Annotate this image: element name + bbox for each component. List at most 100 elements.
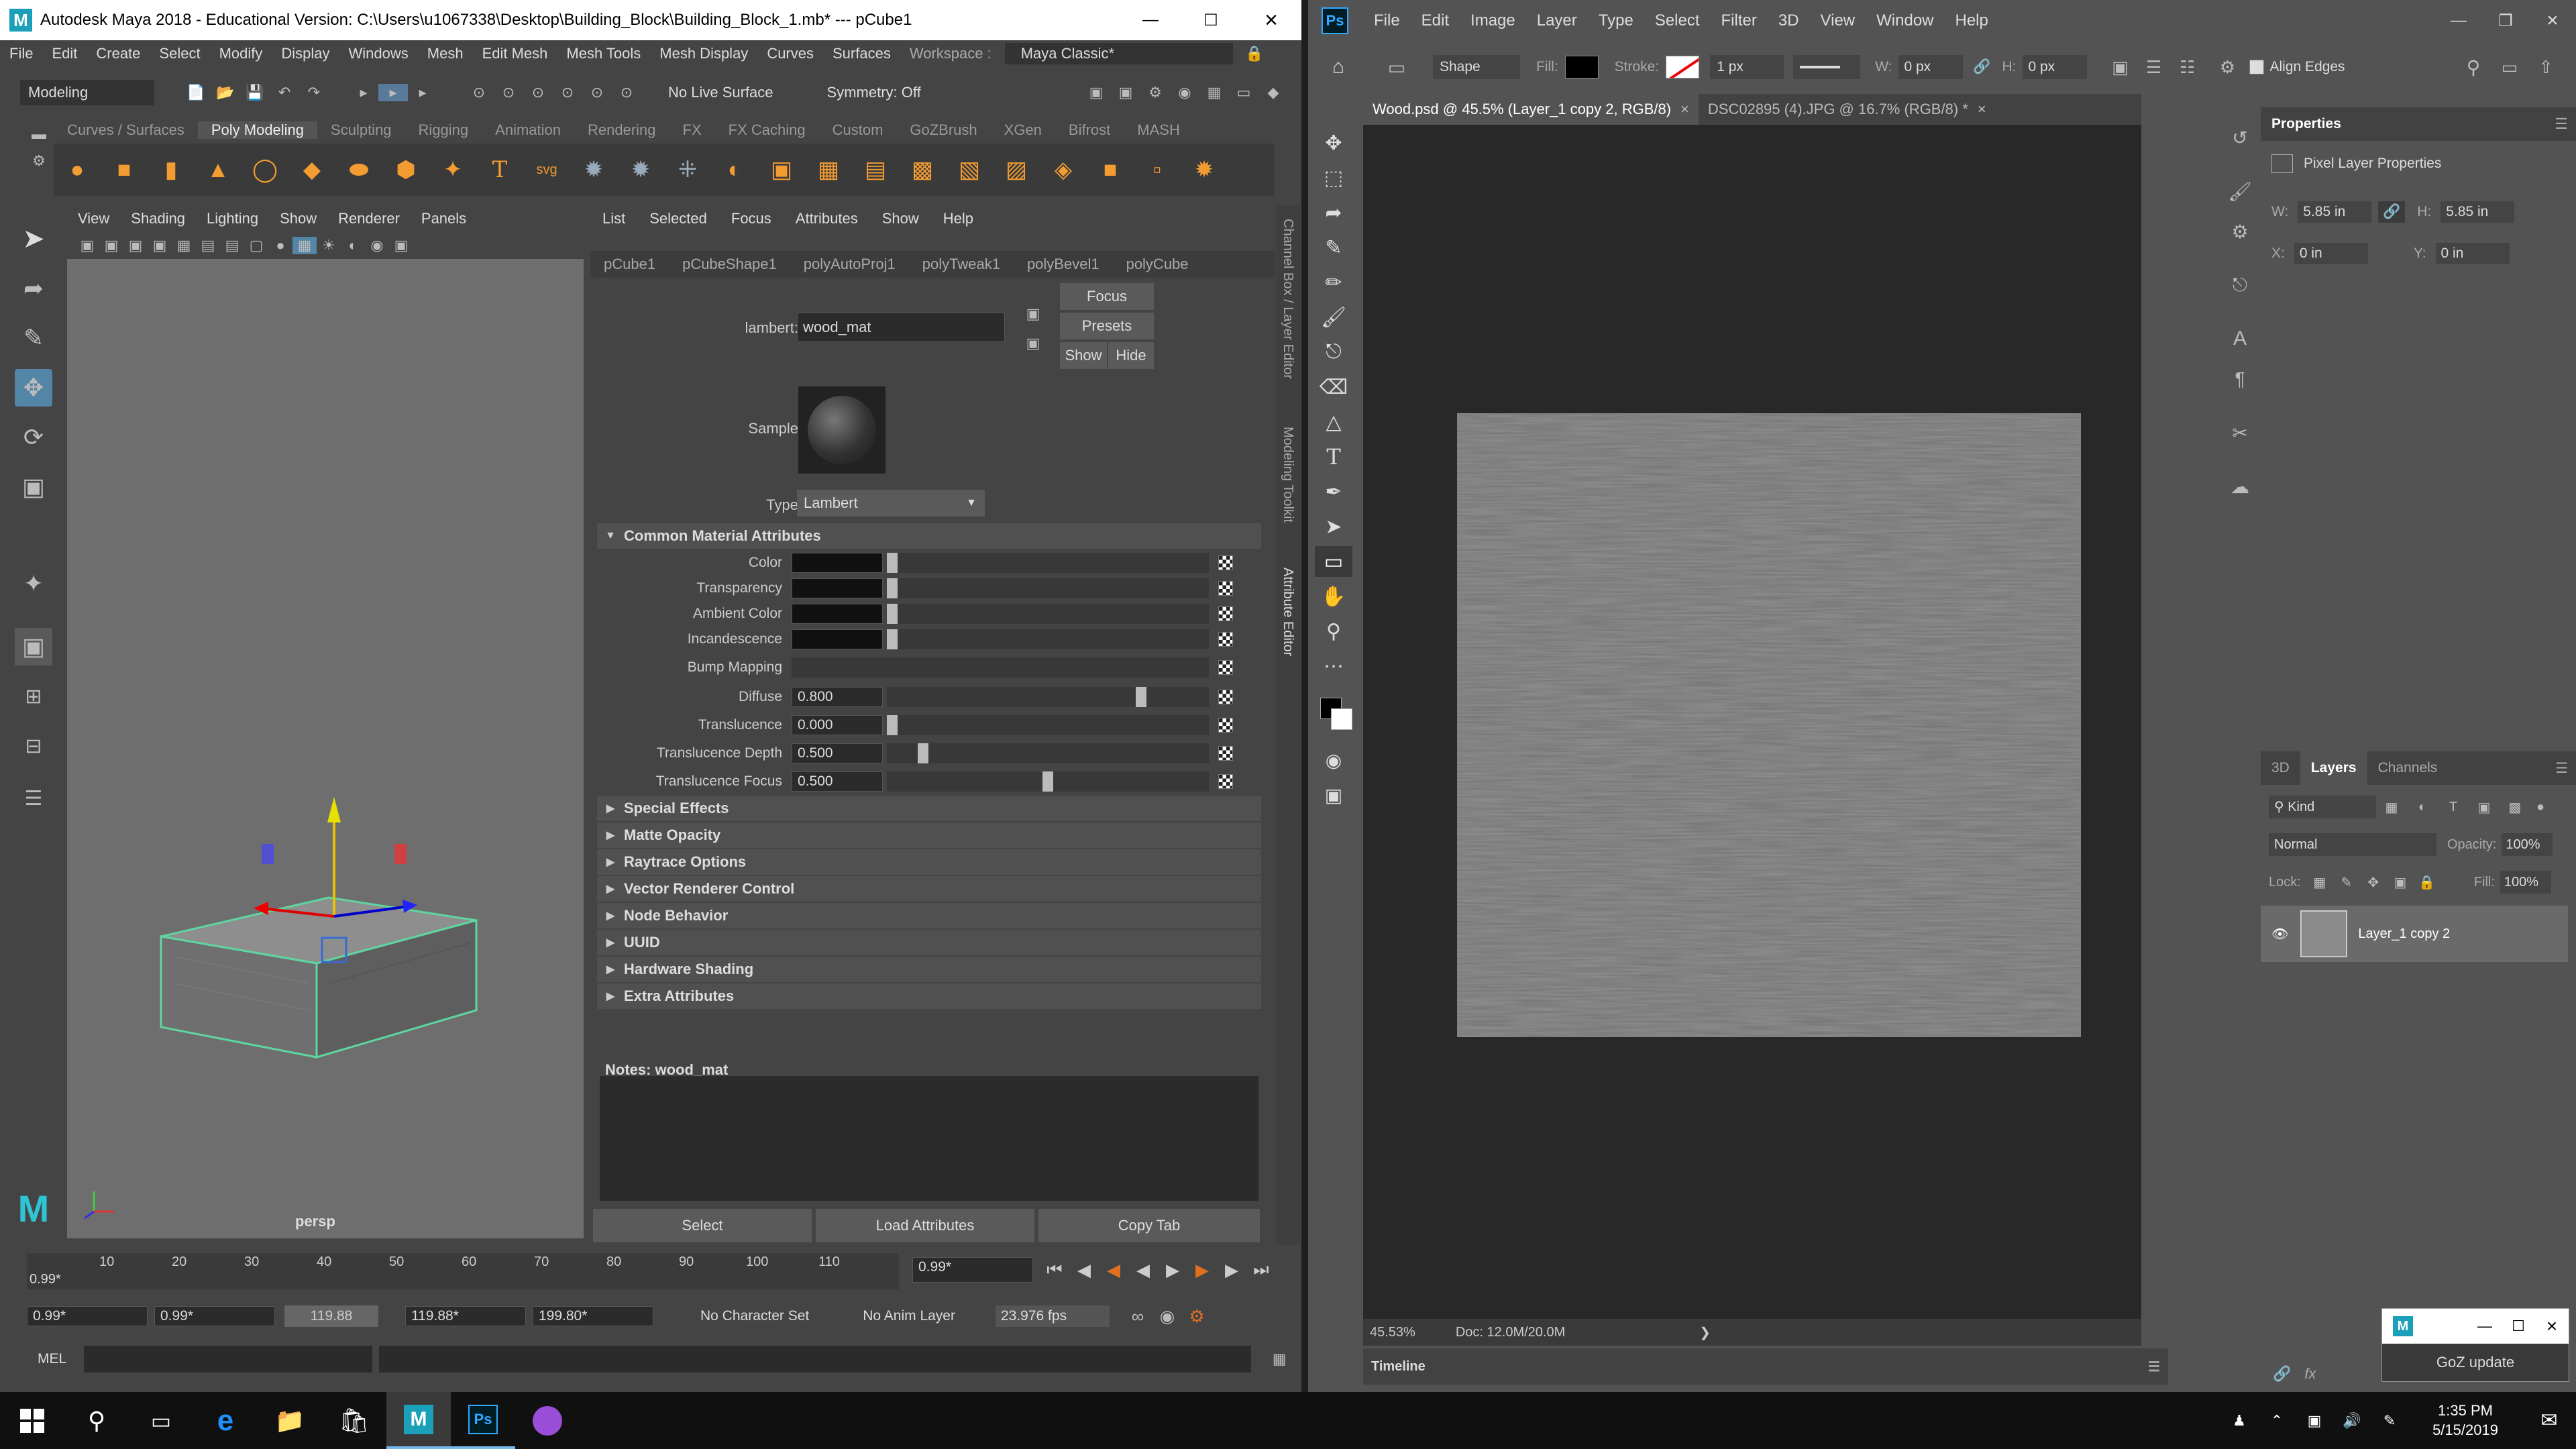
status-arrow-icon[interactable]: ❯ <box>1699 1324 1711 1341</box>
prop-y-field[interactable]: 0 in <box>2435 243 2510 264</box>
svg-icon[interactable]: svg <box>527 150 566 189</box>
ps-menu-3d[interactable]: 3D <box>1768 11 1810 30</box>
two-view-icon[interactable]: ⊟ <box>15 727 52 765</box>
rectangle-tool-icon[interactable]: ▭ <box>1315 546 1352 577</box>
file-explorer-icon[interactable]: 📁 <box>258 1392 322 1449</box>
stroke-width-field[interactable]: 1 px <box>1710 55 1784 79</box>
lock-transparent-icon[interactable]: ▦ <box>2306 874 2333 891</box>
filter-smart-icon[interactable]: ▩ <box>2500 799 2530 816</box>
ps-menu-image[interactable]: Image <box>1460 11 1526 30</box>
paint-select-icon[interactable]: ✎ <box>15 319 52 357</box>
isolate-icon[interactable]: ▣ <box>389 237 413 254</box>
output-connection-icon[interactable]: ▣ <box>1020 330 1046 357</box>
node-tab-polytweak1[interactable]: polyTweak1 <box>909 256 1014 273</box>
ae-menu-focus[interactable]: Focus <box>719 210 784 227</box>
w-field[interactable]: 0 px <box>1898 55 1964 79</box>
film-gate-icon[interactable]: ▤ <box>196 237 220 254</box>
timeline-track[interactable]: 10 20 30 40 50 60 70 80 90 100 110 0.99* <box>27 1253 899 1289</box>
prop-x-field[interactable]: 0 in <box>2294 243 2368 264</box>
auto-key-icon[interactable]: ◉ <box>1152 1306 1182 1327</box>
rotate-tool-icon[interactable]: ⟳ <box>15 419 52 456</box>
render-view-icon[interactable]: ▦ <box>1199 84 1229 101</box>
menu-display[interactable]: Display <box>272 45 339 62</box>
save-scene-icon[interactable]: 💾 <box>240 84 270 101</box>
path-arrangement-icon[interactable]: ☷ <box>2170 57 2204 78</box>
shelf-tab-mash[interactable]: MASH <box>1124 121 1193 139</box>
select-tool-icon[interactable]: ➤ <box>15 220 52 258</box>
ae-menu-help[interactable]: Help <box>931 210 985 227</box>
play-forward-icon[interactable]: ▶ <box>1158 1260 1187 1281</box>
edge-browser-icon[interactable]: e <box>193 1392 258 1449</box>
platonic-solid-icon[interactable]: ⬢ <box>386 150 425 189</box>
shelf-tab-xgen[interactable]: XGen <box>991 121 1055 139</box>
background-color-swatch[interactable] <box>1331 708 1352 730</box>
anim-layer-dropdown[interactable]: No Anim Layer <box>863 1308 955 1324</box>
show-manipulator-icon[interactable]: ✦ <box>15 565 52 602</box>
extrude-icon[interactable]: ▣ <box>762 150 801 189</box>
panel-toggle-icon[interactable]: ▭ <box>1229 84 1258 101</box>
character-set-dropdown[interactable]: No Character Set <box>700 1308 809 1324</box>
boolean-icon[interactable]: ◐ <box>715 150 754 189</box>
panel-menu-icon[interactable]: ☰ <box>2555 760 2568 777</box>
step-back-icon[interactable]: ◀ <box>1069 1260 1099 1281</box>
marquee-tool-icon[interactable]: ⬚ <box>1315 162 1352 193</box>
quick-select-icon[interactable]: ✎ <box>1315 232 1352 263</box>
filter-type-icon[interactable]: T <box>2438 800 2469 815</box>
snap-curve-icon[interactable]: ⊙ <box>494 84 523 101</box>
poly-type-icon[interactable]: T <box>480 150 519 189</box>
windows-start-icon[interactable] <box>0 1392 64 1449</box>
current-frame-field[interactable]: 0.99* <box>912 1257 1033 1283</box>
ps-menu-window[interactable]: Window <box>1866 11 1944 30</box>
h-field[interactable]: 0 px <box>2023 55 2088 79</box>
type-dropdown[interactable]: Lambert ▼ <box>797 490 985 517</box>
node-tab-polybevel1[interactable]: polyBevel1 <box>1014 256 1113 273</box>
lock-image-icon[interactable]: ✎ <box>2333 874 2360 891</box>
timeline-label[interactable]: Timeline <box>1371 1359 1426 1375</box>
wireframe-icon[interactable]: ▢ <box>244 237 268 254</box>
side-tab-modeling-toolkit[interactable]: Modeling Toolkit <box>1280 427 1295 523</box>
translucence-focus-slider[interactable] <box>887 771 1209 792</box>
hide-button[interactable]: Hide <box>1108 342 1154 369</box>
ps-minimize-icon[interactable]: — <box>2435 7 2482 34</box>
eyedropper-icon[interactable]: ✏ <box>1315 267 1352 298</box>
section-matte-opacity[interactable]: ▶ Matte Opacity <box>597 822 1261 848</box>
range-end-field[interactable]: 119.88* <box>405 1306 526 1326</box>
menu-edit[interactable]: Edit <box>42 45 87 62</box>
snap-point-icon[interactable]: ⊙ <box>523 84 553 101</box>
wood-texture-canvas[interactable] <box>1457 413 2081 1037</box>
transparency-swatch[interactable] <box>792 578 883 598</box>
map-button-icon[interactable] <box>1218 555 1233 570</box>
script-editor-icon[interactable]: ▦ <box>1266 1350 1293 1368</box>
character-icon[interactable]: A <box>2222 322 2258 356</box>
edge-loop-icon[interactable]: ▨ <box>997 150 1036 189</box>
stroke-swatch[interactable] <box>1666 56 1700 78</box>
start-frame-field[interactable]: 0.99* <box>27 1306 148 1326</box>
viewport-menu-lighting[interactable]: Lighting <box>196 210 269 227</box>
focus-button[interactable]: Focus <box>1060 283 1154 310</box>
filter-toggle-icon[interactable]: ● <box>2530 800 2551 815</box>
select-object-icon[interactable]: ▸ <box>378 84 408 101</box>
goz-close-icon[interactable]: × <box>2535 1316 2569 1337</box>
outliner-layout-icon[interactable]: ☰ <box>15 780 52 817</box>
ps-menu-select[interactable]: Select <box>1644 11 1711 30</box>
lasso-tool-icon[interactable]: ➦ <box>1315 197 1352 228</box>
stroke-type-dropdown[interactable] <box>1793 55 1861 79</box>
ae-menu-selected[interactable]: Selected <box>637 210 719 227</box>
section-raytrace-options[interactable]: ▶ Raytrace Options <box>597 849 1261 875</box>
layer-row[interactable]: 👁 Layer_1 copy 2 <box>2261 906 2568 962</box>
shelf-tab-poly-modeling[interactable]: Poly Modeling <box>197 121 318 139</box>
resolution-gate-icon[interactable]: ▤ <box>220 237 244 254</box>
menu-create[interactable]: Create <box>87 45 150 62</box>
grid-toggle-icon[interactable]: ▦ <box>172 237 196 254</box>
fps-dropdown[interactable]: 23.976 fps <box>995 1305 1110 1327</box>
menu-modify[interactable]: Modify <box>210 45 272 62</box>
share-icon[interactable]: ⇧ <box>2528 57 2564 78</box>
section-vector-renderer[interactable]: ▶ Vector Renderer Control <box>597 876 1261 902</box>
more-tools-icon[interactable]: ⋯ <box>1315 651 1352 682</box>
volume-icon[interactable]: 🔊 <box>2333 1412 2371 1430</box>
task-view-icon[interactable]: ▭ <box>129 1392 193 1449</box>
unfold-icon[interactable]: ▫ <box>1138 150 1177 189</box>
translucence-slider[interactable] <box>887 715 1209 735</box>
bridge-icon[interactable]: ▦ <box>809 150 848 189</box>
filter-adjustment-icon[interactable]: ◐ <box>2407 800 2438 815</box>
